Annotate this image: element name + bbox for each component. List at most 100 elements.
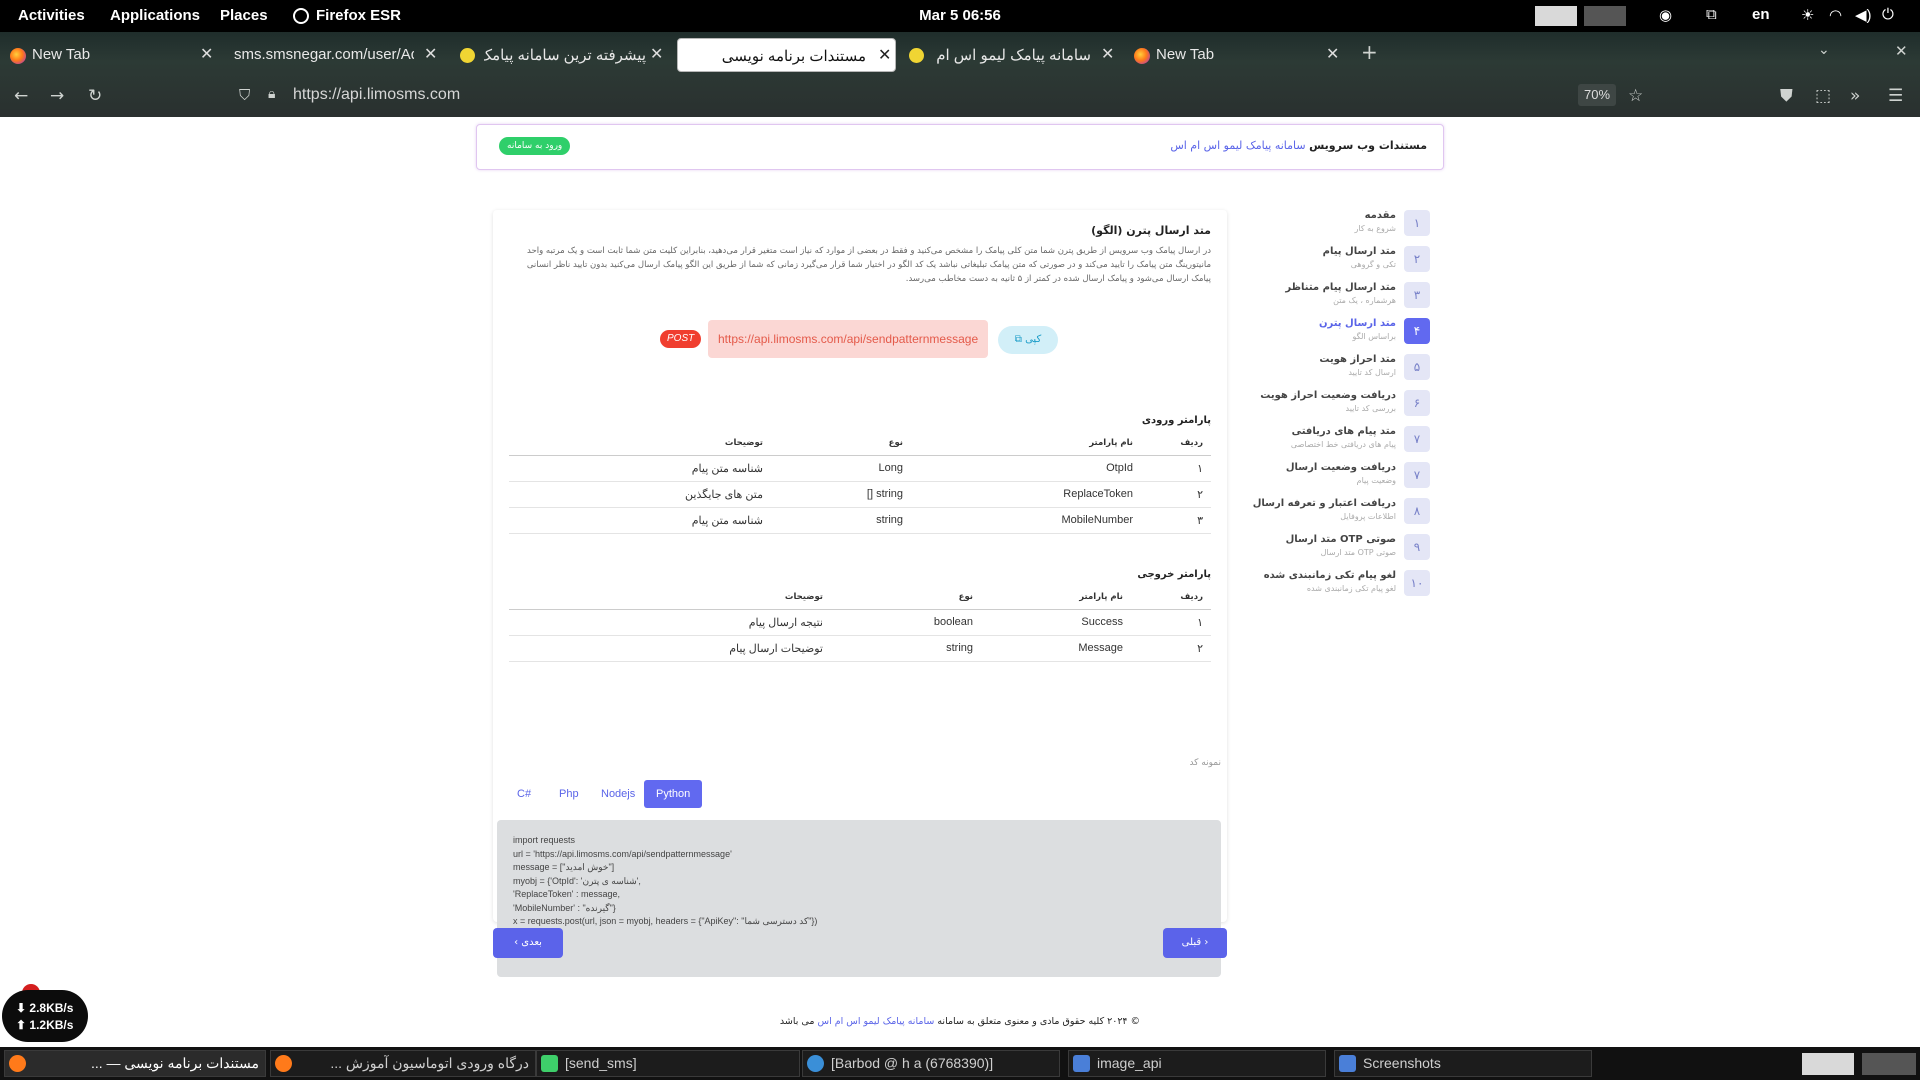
cell: ۲ xyxy=(1141,481,1211,508)
workspace-2[interactable] xyxy=(1584,6,1626,26)
pocket-icon[interactable]: ⛊ xyxy=(1780,86,1793,106)
workspace-switcher-1[interactable] xyxy=(1802,1053,1854,1075)
step-intro[interactable]: ۱ مقدمه شروع به کار xyxy=(1260,210,1430,240)
clipboard-icon[interactable]: ⧉ xyxy=(1706,6,1717,23)
next-label: بعدی xyxy=(521,937,542,948)
list-tabs-chevron-icon[interactable]: ⌄ xyxy=(1818,42,1830,58)
hamburger-menu-icon[interactable]: ☰ xyxy=(1888,86,1903,106)
cell: boolean xyxy=(831,609,981,636)
reload-icon[interactable]: ↻ xyxy=(88,86,102,106)
cell: string xyxy=(831,635,981,662)
update-icon[interactable]: ◉ xyxy=(1659,6,1672,24)
close-tab-icon[interactable]: ✕ xyxy=(200,44,213,64)
tab-new-tab-2[interactable]: New Tab ✕ xyxy=(1128,38,1338,72)
upload-speed: ⬆ 1.2KB/s xyxy=(16,1018,74,1032)
close-tab-icon[interactable]: ✕ xyxy=(1101,44,1114,64)
tab-php[interactable]: Php xyxy=(547,780,591,808)
step-title: متد پیام های دریافتی xyxy=(1291,426,1396,437)
code-sample[interactable]: import requests url = 'https://api.limos… xyxy=(497,820,1221,977)
step-cancel-scheduled[interactable]: ۱۰ لغو پیام تکی زمانبندی شده لغو پیام تکی … xyxy=(1260,570,1430,600)
step-otp-status[interactable]: ۶ دریافت وضعیت احراز هویت بررسی کد تایید xyxy=(1260,390,1430,420)
step-number: ۶ xyxy=(1404,390,1430,416)
back-arrow-icon[interactable]: ← xyxy=(14,86,28,106)
firefox-icon xyxy=(9,1055,26,1072)
keyboard-layout[interactable]: en xyxy=(1752,6,1770,23)
task-firefox-docs[interactable]: مستندات برنامه نویسی — ... xyxy=(4,1050,266,1077)
close-tab-icon[interactable]: ✕ xyxy=(878,45,891,65)
tab-title: New Tab xyxy=(1156,46,1215,63)
shield-icon[interactable]: ⛉ xyxy=(239,86,250,104)
step-p2p[interactable]: ۳ متد ارسال پیام متناظر هرشماره ، یک متن xyxy=(1260,282,1430,312)
tab-csharp[interactable]: C# xyxy=(505,780,543,808)
step-subtitle: هرشماره ، یک متن xyxy=(1333,296,1396,305)
brightness-icon[interactable]: ☀ xyxy=(1801,6,1814,24)
tab-title: sms.smsnegar.com/user/Adı xyxy=(234,46,414,63)
new-tab-plus-icon[interactable]: + xyxy=(1361,40,1378,64)
tab-limosms[interactable]: سامانه پیامک لیمو اس ام ✕ xyxy=(905,38,1115,72)
tab-strip: New Tab ✕ sms.smsnegar.com/user/Adı ✕ پی… xyxy=(0,32,1920,76)
step-number: ۱ xyxy=(1404,210,1430,236)
step-title: متد ارسال پیام xyxy=(1322,246,1396,257)
tab-mostanadat-active[interactable]: مستندات برنامه نویسی ✕ xyxy=(677,38,896,72)
task-screenshots[interactable]: Screenshots xyxy=(1334,1050,1592,1077)
close-tab-icon[interactable]: ✕ xyxy=(650,44,663,64)
clock[interactable]: Mar 5 06:56 xyxy=(0,7,1920,24)
step-send-message[interactable]: ۲ متد ارسال پیام تکی و گروهی xyxy=(1260,246,1430,276)
zoom-level[interactable]: 70% xyxy=(1578,84,1616,106)
close-tab-icon[interactable]: ✕ xyxy=(1326,44,1338,64)
forward-arrow-icon[interactable]: → xyxy=(50,86,64,106)
file-manager-icon xyxy=(1339,1055,1356,1072)
step-received[interactable]: ۷ متد پیام های دریافتی پیام های دریافتی خط… xyxy=(1260,426,1430,456)
cell: نتیجه ارسال پیام xyxy=(509,609,831,636)
task-pycharm[interactable]: [send_sms] xyxy=(536,1050,800,1077)
login-button[interactable]: ورود به سامانه xyxy=(499,137,571,155)
step-otp[interactable]: ۵ متد احراز هویت ارسال کد تایید xyxy=(1260,354,1430,384)
col-header: نوع xyxy=(831,585,981,610)
tab-new-tab-1[interactable]: New Tab ✕ xyxy=(4,38,218,72)
bookmark-star-icon[interactable]: ☆ xyxy=(1628,86,1643,106)
close-window-icon[interactable]: ✕ xyxy=(1895,42,1908,60)
close-tab-icon[interactable]: ✕ xyxy=(424,44,437,64)
cell: ۱ xyxy=(1141,455,1211,482)
url-bar[interactable]: https://api.limosms.com xyxy=(293,86,460,104)
power-icon[interactable]: ⏻ xyxy=(1882,6,1894,23)
endpoint-url[interactable]: https://api.limosms.com/api/sendpatternm… xyxy=(708,320,989,358)
tab-pishrafte[interactable]: پیشرفته ترین سامانه پیامک ✕ xyxy=(448,38,666,72)
footer-text: © ۲۰۲۴ کلیه حقوق مادی و معنوی متعلق به س… xyxy=(937,1016,1141,1027)
col-header: نام پارامتر xyxy=(911,431,1141,456)
chevron-right-icon: › xyxy=(1204,937,1209,948)
lock-icon[interactable]: 🔒︎ xyxy=(268,86,275,102)
step-delivery-status[interactable]: ۷ دریافت وضعیت ارسال وضعیت پیام xyxy=(1260,462,1430,492)
firefox-icon xyxy=(275,1055,292,1072)
next-button[interactable]: ‹ بعدی xyxy=(493,928,563,958)
site-title-link[interactable]: سامانه پیامک لیمو اس ام اس xyxy=(1170,139,1305,152)
workspace-1[interactable] xyxy=(1535,6,1577,26)
tab-smsnegar[interactable]: sms.smsnegar.com/user/Adı ✕ xyxy=(224,38,440,72)
step-number: ۷ xyxy=(1404,426,1430,452)
extensions-icon[interactable]: ⬚ xyxy=(1815,86,1831,106)
table-row: ۳ MobileNumber string شناسه متن پیام xyxy=(509,507,1211,534)
step-number: ۴ xyxy=(1404,318,1430,344)
volume-icon[interactable]: ◀) xyxy=(1855,6,1872,24)
task-firefox-lms[interactable]: درگاه ورودی اتوماسیون آموزش ... xyxy=(270,1050,536,1077)
table-header-row: ردیف نام پارامتر نوع توضیحات xyxy=(509,431,1211,456)
wifi-icon[interactable]: ◠ xyxy=(1829,6,1842,24)
previous-button[interactable]: قبلی › xyxy=(1163,928,1227,958)
tab-nodejs[interactable]: Nodejs xyxy=(589,780,647,808)
copy-button[interactable]: ⧉ کپی xyxy=(998,326,1058,354)
tab-python[interactable]: Python xyxy=(644,780,703,808)
system-top-bar: Activities Applications Places Firefox E… xyxy=(0,0,1920,32)
cell: string xyxy=(771,507,911,534)
section-description: در ارسال پیامک وب سرویس از طریق پترن شما… xyxy=(511,244,1211,286)
workspace-switcher-2[interactable] xyxy=(1862,1053,1916,1075)
footer-link[interactable]: سامانه پیامک لیمو اس ام اس xyxy=(817,1016,934,1027)
task-image-api[interactable]: image_api xyxy=(1068,1050,1326,1077)
description-line: مانیتورینگ متن پیامک را تایید می‌کند و د… xyxy=(526,260,1211,270)
overflow-chevrons-icon[interactable]: » xyxy=(1850,86,1860,106)
lemon-tab-icon xyxy=(909,48,924,63)
cell: متن های جایگذین xyxy=(509,481,771,508)
step-voice-otp[interactable]: ۹ متد ارسال OTP صوتی متد ارسال OTP صوتی xyxy=(1260,534,1430,564)
step-credit[interactable]: ۸ دریافت اعتبار و تعرفه ارسال اطلاعات پروف… xyxy=(1253,498,1430,528)
task-telegram[interactable]: [Barbod @ h a (6768390)] xyxy=(802,1050,1060,1077)
step-pattern-active[interactable]: ۴ متد ارسال پترن براساس الگو xyxy=(1260,318,1430,348)
